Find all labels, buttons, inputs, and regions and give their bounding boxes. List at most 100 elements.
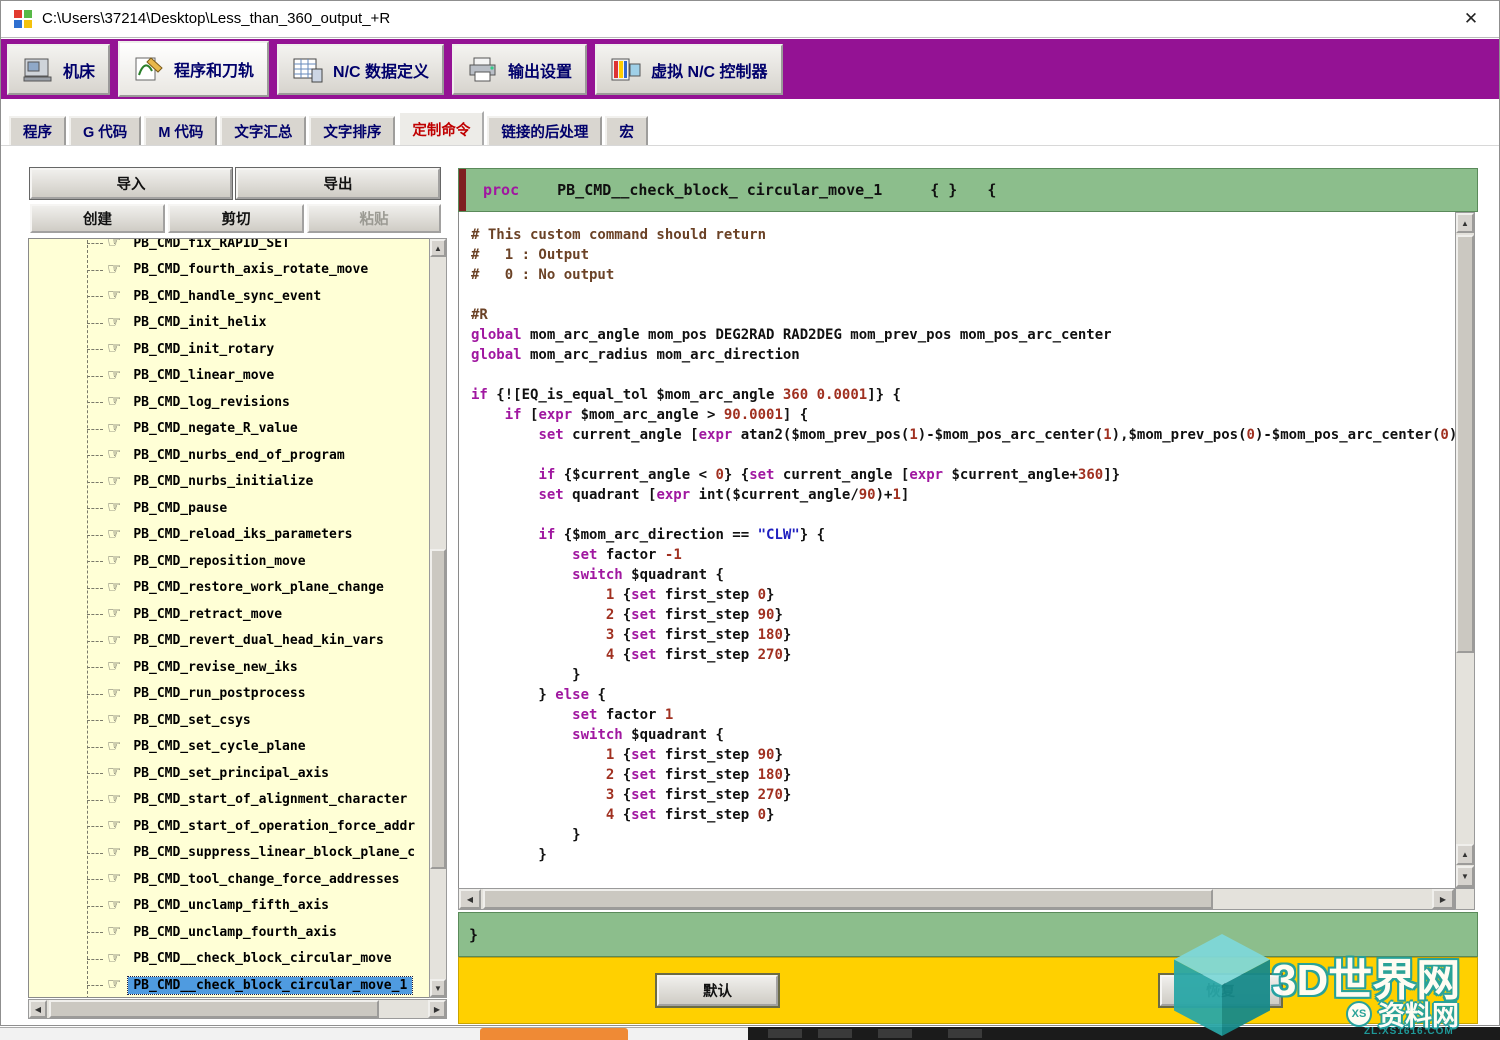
scroll-right-icon[interactable]: ▶ [428,1000,446,1018]
tree-item[interactable]: ☞PB_CMD_revert_dual_head_kin_vars [29,628,429,655]
tree-item[interactable]: ☞PB_CMD_start_of_alignment_character [29,787,429,814]
default-button[interactable]: 默认 [657,975,778,1006]
tree-hscroll-thumb[interactable] [49,1000,379,1018]
scroll-down-icon[interactable]: ▼ [1456,866,1474,887]
tree-item[interactable]: ☞PB_CMD_nurbs_end_of_program [29,442,429,469]
editor-vscrollbar[interactable]: ▲ ▲ ▼ [1455,212,1475,888]
sub-tab-1[interactable]: 程序 [9,116,66,145]
command-hand-icon: ☞ [107,898,121,914]
tree-item-label: PB_CMD__check_block_circular_move [128,950,396,967]
code-line: set factor 1 [471,705,1455,725]
tree-hscrollbar[interactable]: ◀ ▶ [28,999,447,1019]
code-line: if [expr $mom_arc_angle > 90.0001] { [471,405,1455,425]
main-tab-5[interactable]: 虚拟 N/C 控制器 [595,44,782,95]
tree-item[interactable]: ☞PB_CMD_fix_RAPID_SET [29,238,429,257]
tree-item-label: PB_CMD_set_cycle_plane [128,738,310,755]
tree-item[interactable]: ☞PB_CMD_run_postprocess [29,681,429,708]
sub-tab-2[interactable]: G 代码 [69,116,141,145]
restore-button[interactable]: 恢复 [1160,975,1281,1006]
tree-item[interactable]: ☞PB_CMD_restore_work_plane_change [29,575,429,602]
code-line: # 1 : Output [471,245,1455,265]
tree-item[interactable]: ☞PB_CMD_revise_new_iks [29,654,429,681]
proc-name: PB_CMD__check_block_ circular_move_1 [557,181,882,199]
tree-item[interactable]: ☞PB_CMD_retract_move [29,601,429,628]
tree-item[interactable]: ☞PB_CMD_set_csys [29,707,429,734]
editor-hscroll-thumb[interactable] [483,889,1213,909]
main-tab-3[interactable]: N/C 数据定义 [277,44,444,95]
tree-item[interactable]: ☞PB_CMD_set_cycle_plane [29,734,429,761]
sub-tab-4[interactable]: 文字汇总 [220,116,306,145]
tree-item-label: PB_CMD_negate_R_value [128,420,302,437]
tree-item[interactable]: ☞PB_CMD_suppress_linear_block_plane_c [29,840,429,867]
tree-item[interactable]: ☞PB_CMD_reposition_move [29,548,429,575]
tree-item[interactable]: ☞PB_CMD_negate_R_value [29,416,429,443]
sub-tab-6[interactable]: 定制命令 [398,111,484,145]
tree-item[interactable]: ☞PB_CMD_pause [29,495,429,522]
import-button[interactable]: 导入 [30,168,232,199]
command-hand-icon: ☞ [107,527,121,543]
tree-item[interactable]: ☞PB_CMD_reload_iks_parameters [29,522,429,549]
code-line: if {![EQ_is_equal_tol $mom_arc_angle 360… [471,385,1455,405]
sub-tab-3[interactable]: M 代码 [144,116,217,145]
scroll-up-icon[interactable]: ▲ [1456,213,1474,233]
tree-item[interactable]: ☞PB_CMD_tool_change_force_addresses [29,866,429,893]
main-tab-label: 程序和刀轨 [174,57,254,81]
tree-item[interactable]: ☞PB_CMD_unclamp_fourth_axis [29,919,429,946]
command-hand-icon: ☞ [107,580,121,596]
main-tab-1[interactable]: 机床 [7,44,110,95]
create-button[interactable]: 创建 [30,204,165,233]
scroll-left-icon[interactable]: ◀ [459,889,481,909]
tree-item[interactable]: ☞PB_CMD__check_block_circular_move [29,946,429,973]
header-edge [459,169,466,211]
scroll-up-icon[interactable]: ▲ [430,239,446,257]
main-tab-label: 输出设置 [508,58,572,82]
code-line [471,365,1455,385]
main-tab-4[interactable]: 输出设置 [452,44,587,95]
scroll-up-icon[interactable]: ▲ [1456,844,1474,865]
tree-item-label: PB_CMD_revert_dual_head_kin_vars [128,632,388,649]
code-line: 1 {set first_step 90} [471,745,1455,765]
code-line: 4 {set first_step 0} [471,805,1455,825]
scroll-right-icon[interactable]: ▶ [1432,889,1454,909]
tree-item[interactable]: ☞PB_CMD_set_principal_axis [29,760,429,787]
scroll-down-icon[interactable]: ▼ [430,979,446,997]
tree-item-label: PB_CMD_init_rotary [128,341,279,358]
code-line: } else { [471,685,1455,705]
command-hand-icon: ☞ [107,765,121,781]
sub-tab-8[interactable]: 宏 [605,116,648,145]
code-line: 4 {set first_step 270} [471,645,1455,665]
proc-header: proc PB_CMD__check_block_ circular_move_… [458,168,1478,212]
tree-item[interactable]: ☞PB_CMD__check_block_circular_move_1 [29,972,429,998]
output-settings-icon [467,56,499,84]
tree-item[interactable]: ☞PB_CMD_log_revisions [29,389,429,416]
code-line: global mom_arc_angle mom_pos DEG2RAD RAD… [471,325,1455,345]
code-content: # This custom command should return# 1 :… [471,225,1455,865]
tree-item[interactable]: ☞PB_CMD_fourth_axis_rotate_move [29,257,429,284]
scroll-left-icon[interactable]: ◀ [29,1000,47,1018]
editor-vscroll-thumb[interactable] [1456,235,1474,653]
tree-vscroll-thumb[interactable] [430,549,446,869]
editor-hscrollbar[interactable]: ◀ ▶ [458,888,1455,910]
tree-item[interactable]: ☞PB_CMD_nurbs_initialize [29,469,429,496]
proc-args: { } [930,181,957,199]
main-tab-label: 机床 [63,58,95,82]
tree-item[interactable]: ☞PB_CMD_init_rotary [29,336,429,363]
main-tab-label: 虚拟 N/C 控制器 [651,58,767,82]
sub-tab-5[interactable]: 文字排序 [309,116,395,145]
export-button[interactable]: 导出 [236,168,440,199]
sub-tab-7[interactable]: 链接的后处理 [487,116,602,145]
tree-item-label: PB_CMD_tool_change_force_addresses [128,871,404,888]
cut-button[interactable]: 剪切 [168,204,304,233]
tree-item-label: PB_CMD__check_block_circular_move_1 [128,977,412,994]
code-line [471,445,1455,465]
tree-item[interactable]: ☞PB_CMD_init_helix [29,310,429,337]
tree-item[interactable]: ☞PB_CMD_linear_move [29,363,429,390]
code-editor[interactable]: # This custom command should return# 1 :… [458,212,1455,888]
command-hand-icon: ☞ [107,818,121,834]
main-tab-2[interactable]: 程序和刀轨 [118,41,269,97]
tree-vscrollbar[interactable]: ▲ ▼ [429,238,447,998]
close-icon[interactable]: ✕ [1456,9,1486,29]
tree-item[interactable]: ☞PB_CMD_start_of_operation_force_addr [29,813,429,840]
tree-item[interactable]: ☞PB_CMD_handle_sync_event [29,283,429,310]
tree-item[interactable]: ☞PB_CMD_unclamp_fifth_axis [29,893,429,920]
